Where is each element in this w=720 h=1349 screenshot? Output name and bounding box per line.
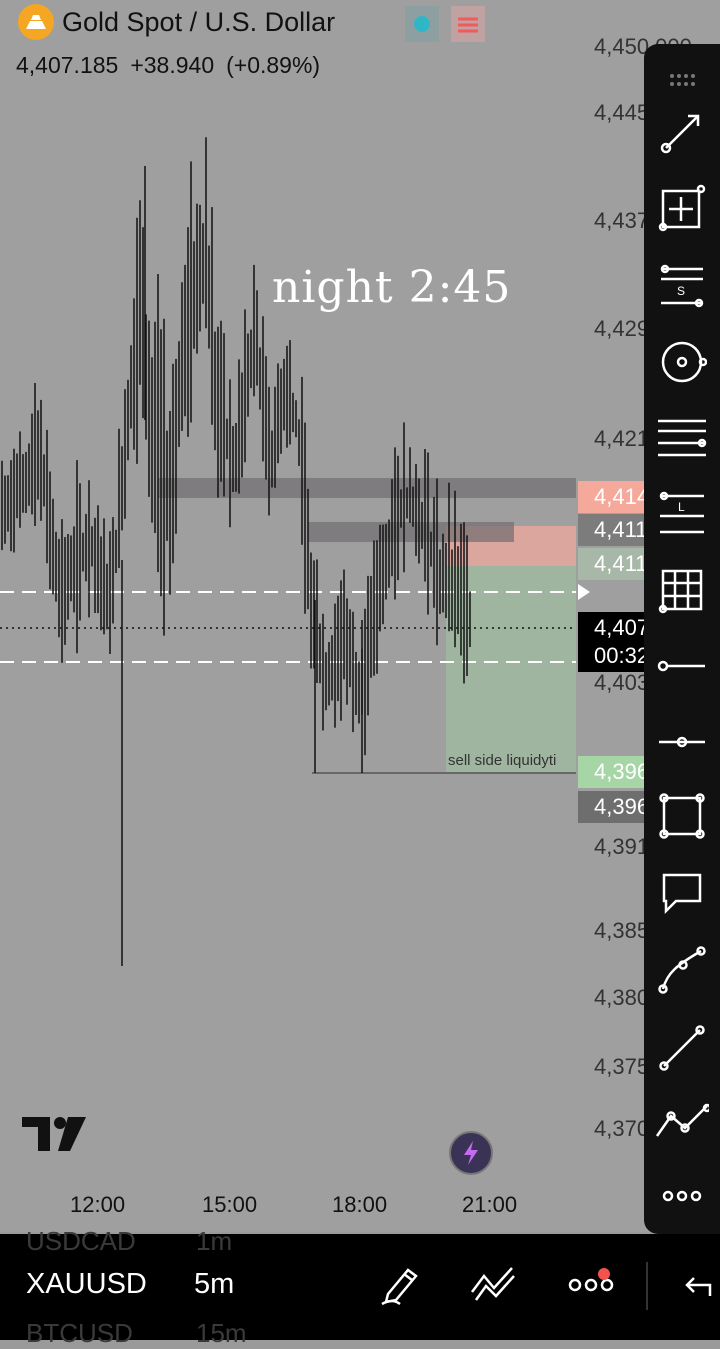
price-tick: 4,370 — [594, 1116, 650, 1141]
price-tick: 4,385 — [594, 918, 650, 943]
gold-coin-icon — [18, 4, 54, 40]
rectangle-icon[interactable] — [654, 788, 710, 844]
price-tick: 4,403 — [594, 670, 650, 695]
symbol-header[interactable]: Gold Spot / U.S. Dollar — [18, 4, 335, 40]
price-tick: 4,380 — [594, 985, 650, 1010]
long-position-icon[interactable]: L — [654, 486, 710, 542]
price-label: 4,411 — [578, 548, 648, 580]
ghost-interval-above: 1m — [196, 1226, 233, 1256]
grid-icon[interactable] — [654, 562, 710, 618]
last-price: 4,407.185 — [16, 52, 119, 78]
ghost-symbol-above: USDCAD — [26, 1226, 136, 1256]
line-icon[interactable] — [654, 1020, 710, 1076]
time-tick: 12:00 — [70, 1192, 126, 1217]
interval-selector[interactable]: 5m — [194, 1268, 234, 1301]
time-tick: 21:00 — [462, 1192, 518, 1217]
price-change-percent: (+0.89%) — [226, 52, 321, 78]
ghost-symbol-below: BTCUSD — [26, 1318, 133, 1348]
price-tick: 4,429 — [594, 316, 650, 341]
price-change: +38.940 — [130, 52, 215, 78]
price-tick: 4,445 — [594, 100, 650, 125]
sell-side-liquidity-label: sell side liquidyti — [448, 752, 557, 769]
chart-area[interactable]: Gold Spot / U.S. Dollar 4,407.185 +38.940… — [0, 0, 720, 1232]
horizontal-line-icon[interactable] — [654, 714, 710, 770]
curve-icon[interactable] — [654, 942, 710, 998]
price-label: 4,396 — [578, 756, 648, 788]
svg-text:L: L — [678, 500, 685, 514]
price-label: 4,411 — [578, 514, 648, 546]
svg-text:S: S — [677, 284, 685, 298]
fib-retracement-icon[interactable]: S — [654, 258, 710, 314]
overlay-title: night 2:45 — [272, 262, 512, 313]
bottom-divider — [646, 1262, 648, 1310]
price-tick: 4,421 — [594, 426, 650, 451]
symbol-title: Gold Spot / U.S. Dollar — [62, 6, 336, 37]
horizontal-ray-icon[interactable] — [654, 638, 710, 694]
tradingview-logo — [22, 1117, 86, 1151]
level-marker-upper — [578, 584, 590, 600]
ghost-interval-below: 15m — [196, 1318, 247, 1348]
market-status-icon[interactable] — [405, 6, 485, 42]
price-tick: 4,391 — [594, 834, 650, 859]
price-label: 4,396 — [578, 791, 648, 823]
price-tick: 4,375 — [594, 1054, 650, 1079]
lightning-icon[interactable] — [449, 1131, 493, 1175]
more-icon[interactable] — [654, 1168, 710, 1224]
path-icon[interactable] — [654, 1094, 710, 1150]
parallel-channel-icon[interactable] — [654, 410, 710, 466]
drawing-toolbar: S L — [644, 44, 720, 1234]
notification-dot — [598, 1268, 610, 1280]
comment-icon[interactable] — [654, 864, 710, 920]
time-tick: 18:00 — [332, 1192, 388, 1217]
circle-target-icon[interactable] — [654, 334, 710, 390]
time-tick: 15:00 — [202, 1192, 258, 1217]
symbol-selector[interactable]: XAUUSD — [26, 1268, 147, 1301]
price-label: 4,414 — [578, 481, 648, 513]
price-tick: 4,437 — [594, 208, 650, 233]
bar-countdown-label: 00:32 — [578, 640, 648, 672]
drag-handle-icon[interactable] — [654, 52, 710, 108]
collapse-icon[interactable] — [684, 1274, 714, 1298]
crosshair-box-icon[interactable] — [654, 180, 710, 236]
order-block-zone — [308, 522, 514, 542]
sell-zone — [446, 566, 576, 772]
price-row: 4,407.185 +38.940 (+0.89%) — [16, 52, 332, 79]
pencil-icon[interactable] — [378, 1262, 422, 1306]
trend-line-icon[interactable] — [654, 104, 710, 160]
drawing-tools-icon[interactable] — [468, 1262, 518, 1306]
